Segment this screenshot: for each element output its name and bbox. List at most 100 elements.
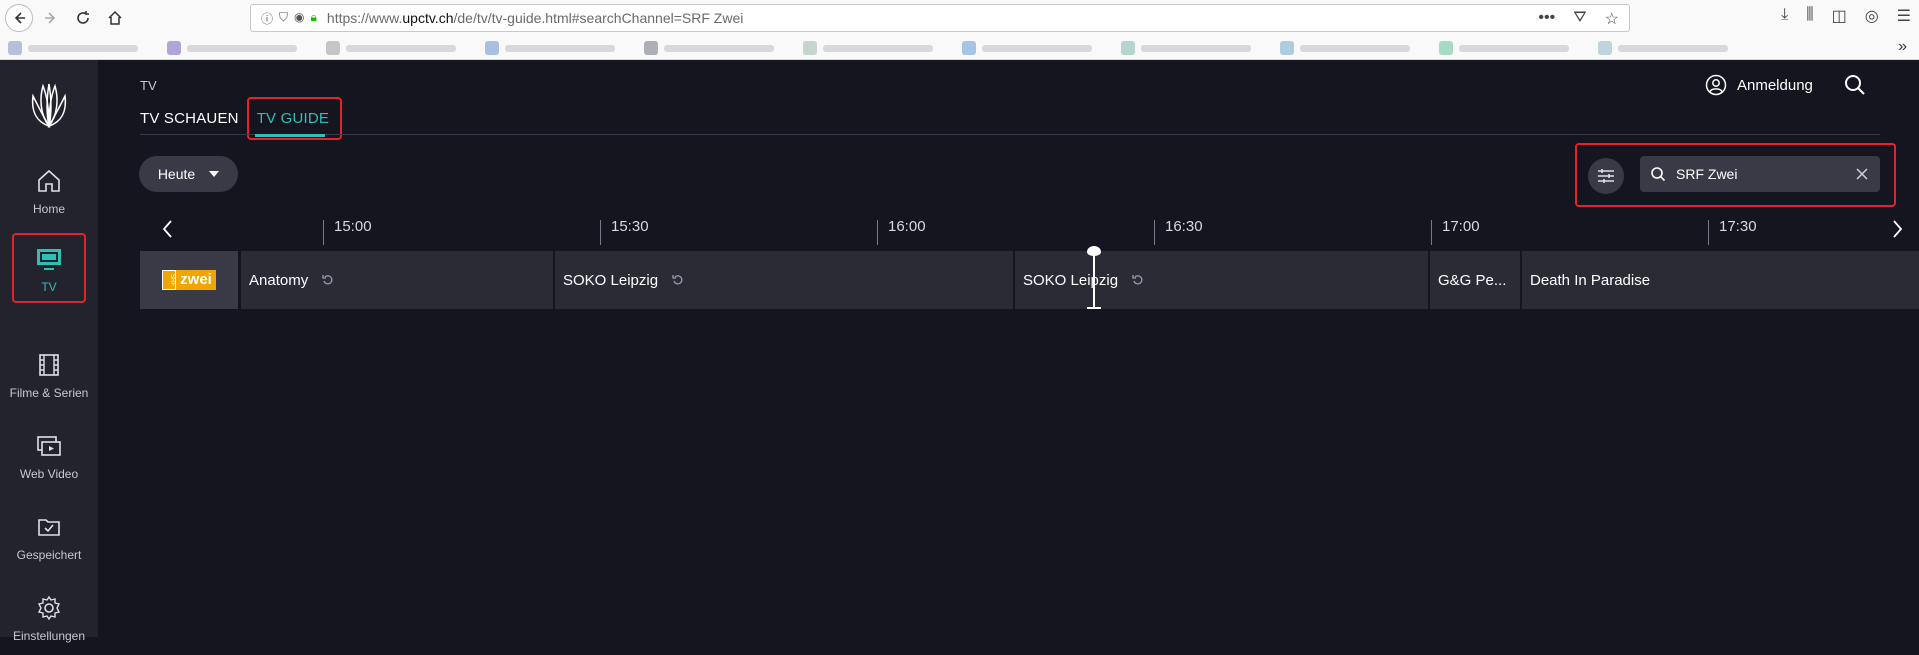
tv-icon xyxy=(37,249,61,270)
tab-tv-schauen[interactable]: TV SCHAUEN xyxy=(140,110,239,127)
house-icon xyxy=(108,10,122,25)
replay-icon xyxy=(672,275,683,285)
user-circle-icon xyxy=(1705,74,1727,96)
bookmarks-overflow-icon[interactable]: » xyxy=(1898,38,1907,56)
sidebar-item-label: Web Video xyxy=(19,467,79,481)
home-browser-button[interactable] xyxy=(102,5,128,31)
program-cell[interactable]: G&G Pe... xyxy=(1430,251,1520,309)
bookmark-favicon-icon xyxy=(326,41,340,55)
chevron-left-icon[interactable] xyxy=(158,218,178,240)
sidebar-item-web-video[interactable]: Web Video xyxy=(0,421,98,493)
tabs: TV SCHAUEN TV GUIDE xyxy=(140,110,329,127)
login-label: Anmeldung xyxy=(1737,76,1813,94)
sidebar-item-einstellungen[interactable]: Einstellungen xyxy=(0,583,98,655)
bookmark-item[interactable] xyxy=(1439,41,1584,55)
program-title: SOKO Leipzig xyxy=(1023,271,1119,289)
arrow-left-icon xyxy=(14,12,25,24)
time-tick: 16:30 xyxy=(1154,219,1203,245)
bookmark-item[interactable] xyxy=(326,41,471,55)
sidebar-item-gespeichert[interactable]: Gespeichert xyxy=(0,502,98,574)
star-icon[interactable]: ☆ xyxy=(1605,9,1619,29)
bookmark-item[interactable] xyxy=(167,41,312,55)
permissions-icon[interactable]: ◉ xyxy=(294,10,304,27)
active-tab-underline xyxy=(255,134,325,137)
lock-icon[interactable]: 🔒︎ xyxy=(311,10,317,27)
day-select-label: Heute xyxy=(157,166,196,182)
program-title: Death In Paradise xyxy=(1530,271,1651,289)
tab-tv-guide[interactable]: TV GUIDE xyxy=(257,110,329,127)
sidebar-item-label: Filme & Serien xyxy=(9,386,89,400)
replay-icon xyxy=(322,275,333,285)
back-button[interactable] xyxy=(5,4,33,32)
sidebar: Home TV Filme & Serien Web Video Gespeic… xyxy=(0,60,98,643)
program-cell[interactable]: SOKO Leipzig xyxy=(1015,251,1428,309)
sidebar-item-label: Einstellungen xyxy=(12,629,86,643)
filter-button[interactable] xyxy=(1588,158,1624,194)
sidebar-item-home[interactable]: Home xyxy=(0,156,98,228)
channel-search-input[interactable] xyxy=(1676,166,1836,182)
url-text[interactable]: https://www.upctv.ch/de/tv/tv-guide.html… xyxy=(327,10,743,26)
forward-button[interactable] xyxy=(38,5,64,31)
sidebar-item-filme-serien[interactable]: Filme & Serien xyxy=(0,340,98,412)
browser-chrome: ⓘ ⛉ ◉ 🔒︎ https://www.upctv.ch/de/tv/tv-g… xyxy=(0,0,1919,60)
account-icon[interactable]: ◎ xyxy=(1865,6,1879,26)
bookmark-item[interactable] xyxy=(485,41,630,55)
folder-check-icon xyxy=(38,519,60,536)
sidebar-item-label: Home xyxy=(32,202,65,216)
program-cell[interactable]: SOKO Leipzig xyxy=(555,251,1013,309)
sidebar-toggle-icon[interactable]: ◫ xyxy=(1832,6,1847,26)
menu-icon[interactable]: ☰ xyxy=(1897,6,1911,26)
time-tick: 15:00 xyxy=(323,219,372,245)
channel-search-field[interactable] xyxy=(1640,156,1880,192)
sidebar-item-label: Gespeichert xyxy=(16,548,82,562)
time-tick: 17:30 xyxy=(1708,219,1757,245)
program-title: G&G Pe... xyxy=(1438,271,1507,289)
bookmark-favicon-icon xyxy=(962,41,976,55)
search-icon[interactable] xyxy=(1843,73,1867,97)
close-icon[interactable] xyxy=(1854,166,1870,182)
more-actions-icon[interactable]: ••• xyxy=(1538,9,1555,29)
bookmark-favicon-icon xyxy=(8,41,22,55)
bookmark-favicon-icon xyxy=(1280,41,1294,55)
url-bar[interactable]: ⓘ ⛉ ◉ 🔒︎ https://www.upctv.ch/de/tv/tv-g… xyxy=(250,4,1630,32)
gear-icon xyxy=(37,595,61,621)
shield-icon[interactable]: ⛉ xyxy=(279,10,288,27)
bookmark-item[interactable] xyxy=(1121,41,1266,55)
bookmark-favicon-icon xyxy=(485,41,499,55)
reload-icon xyxy=(77,11,89,24)
bookmark-favicon-icon xyxy=(1439,41,1453,55)
bookmark-item[interactable] xyxy=(8,41,153,55)
download-icon[interactable]: ⤓ xyxy=(1781,6,1788,26)
time-tick: 16:00 xyxy=(877,219,926,245)
bookmark-favicon-icon xyxy=(167,41,181,55)
bookmark-item[interactable] xyxy=(1280,41,1425,55)
reload-button[interactable] xyxy=(70,5,96,31)
channel-logo[interactable]: SRF zwei xyxy=(140,251,238,309)
tabs-divider xyxy=(140,134,1880,135)
bookmark-item[interactable] xyxy=(644,41,789,55)
bookmark-favicon-icon xyxy=(1598,41,1612,55)
info-icon[interactable]: ⓘ xyxy=(261,10,273,27)
program-cell[interactable]: Death In Paradise xyxy=(1522,251,1919,309)
section-label: TV xyxy=(140,78,157,93)
bookmarks-bar xyxy=(0,36,1919,60)
chevron-right-icon[interactable] xyxy=(1887,218,1907,240)
srf-zwei-logo: SRF zwei xyxy=(162,270,216,290)
bookmark-item[interactable] xyxy=(962,41,1107,55)
bookmark-favicon-icon xyxy=(1121,41,1135,55)
sliders-icon xyxy=(1598,169,1614,183)
program-title: SOKO Leipzig xyxy=(563,271,659,289)
time-tick: 15:30 xyxy=(600,219,649,245)
pocket-icon[interactable]: ⛛ xyxy=(1573,9,1586,29)
sidebar-item-tv[interactable]: TV xyxy=(0,234,98,306)
library-icon[interactable]: ⫼ xyxy=(1806,6,1813,26)
login-button[interactable]: Anmeldung xyxy=(1705,74,1813,96)
bookmark-item[interactable] xyxy=(1598,41,1743,55)
upc-tv-app: Home TV Filme & Serien Web Video Gespeic… xyxy=(0,60,1919,643)
bookmark-item[interactable] xyxy=(803,41,948,55)
day-select[interactable]: Heute xyxy=(139,156,238,192)
program-cell[interactable]: Anatomy xyxy=(241,251,553,309)
program-title: Anatomy xyxy=(249,271,309,289)
caret-down-icon xyxy=(209,171,220,177)
upc-logo-icon[interactable] xyxy=(27,82,71,128)
